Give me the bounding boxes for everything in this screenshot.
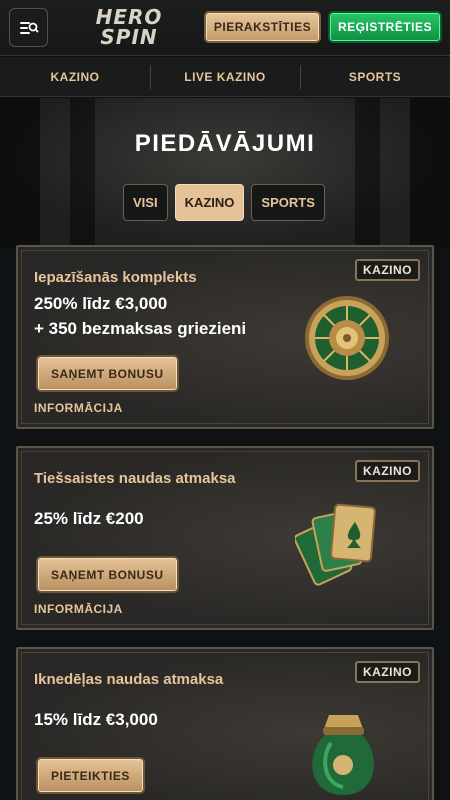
roulette-wheel-icon [305,296,389,380]
offer-card-welcome: KAZINO Iepazīšanās komplekts 250% līdz €… [16,245,434,429]
playing-cards-icon [295,503,376,586]
money-bag-icon [312,715,374,795]
claim-bonus-button[interactable]: SAŅEMT BONUSU [36,556,179,593]
login-button[interactable]: PIERAKSTĪTIES [204,11,321,43]
nav-item-sports[interactable]: SPORTS [300,57,450,96]
offer-card-cashback: KAZINO Tiešsaistes naudas atmaksa 25% lī… [16,446,434,630]
logo-line-1: HERO [95,5,163,29]
offer-subtitle: Tiešsaistes naudas atmaksa [34,470,236,487]
menu-search-icon [19,21,38,34]
top-header: HERO SPIN PIERAKSTĪTIES REĢISTRĒTIES [0,0,450,56]
offer-subtitle: Iepazīšanās komplekts [34,269,197,286]
nav-item-live-kazino[interactable]: LIVE KAZINO [150,57,300,96]
filter-tab-visi[interactable]: VISI [123,184,168,221]
nav-item-kazino[interactable]: KAZINO [0,57,150,96]
category-badge: KAZINO [355,460,420,482]
offer-headline: 15% līdz €3,000 [34,710,158,729]
page-title: PIEDĀVĀJUMI [134,130,316,157]
filter-tab-sports[interactable]: SPORTS [251,184,325,221]
info-link[interactable]: INFORMĀCIJA [34,602,123,616]
category-badge: KAZINO [355,259,420,281]
offer-headline: 250% līdz €3,000 + 350 bezmaksas griezie… [34,291,246,341]
filter-tab-kazino[interactable]: KAZINO [174,184,245,221]
logo-line-2: SPIN [100,25,158,49]
offer-subtitle: Iknedēļas naudas atmaksa [34,671,224,688]
site-logo[interactable]: HERO SPIN [90,7,168,53]
menu-button[interactable] [9,8,48,47]
offer-headline-line-2: + 350 bezmaksas griezieni [34,319,247,338]
category-badge: KAZINO [355,661,420,683]
main-nav: KAZINO LIVE KAZINO SPORTS [0,57,450,97]
offer-card-weekly-cashback: KAZINO Iknedēļas naudas atmaksa 15% līdz… [16,647,434,800]
hero-background [0,98,450,248]
register-button[interactable]: REĢISTRĒTIES [328,11,442,43]
info-link[interactable]: INFORMĀCIJA [34,401,123,415]
claim-bonus-button[interactable]: SAŅEMT BONUSU [36,355,179,392]
offer-headline: 25% līdz €200 [34,509,144,528]
apply-button[interactable]: PIETEIKTIES [36,757,145,794]
filter-tabs: VISI KAZINO SPORTS [123,184,325,221]
offer-headline-line-1: 250% līdz €3,000 [34,294,168,313]
